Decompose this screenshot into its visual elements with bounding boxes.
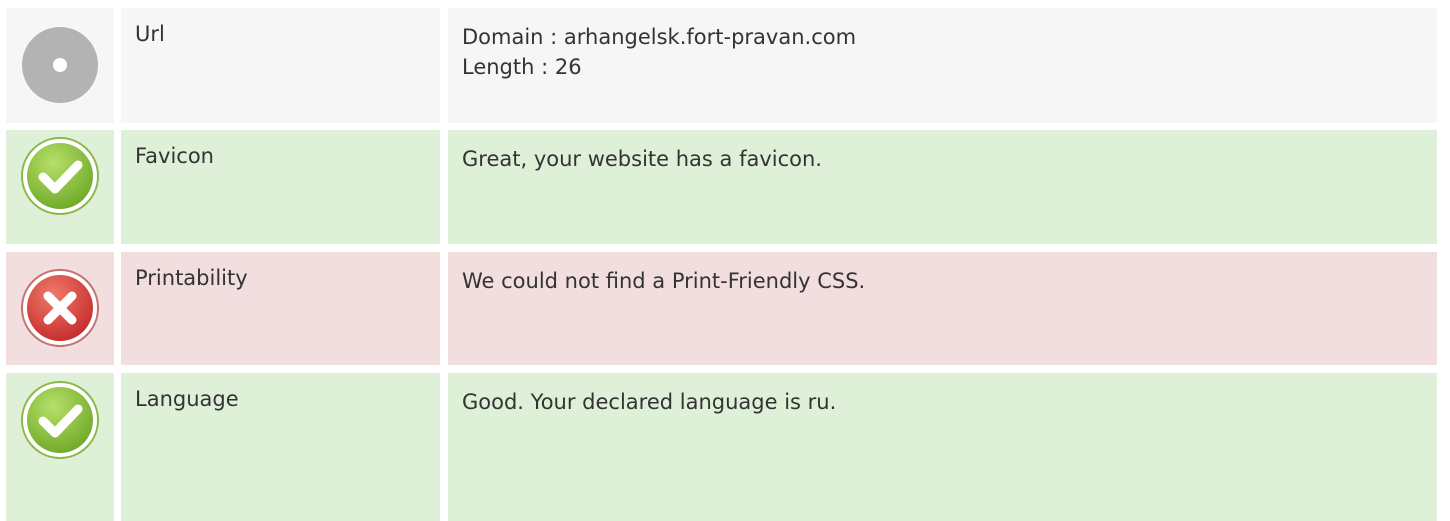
row-label: Favicon [121, 130, 440, 244]
row-label: Printability [121, 252, 440, 365]
status-cell [6, 8, 114, 123]
report-row-language: Language Good. Your declared language is… [0, 373, 1450, 521]
cross-icon [21, 269, 99, 347]
seo-report: Url Domain : arhangelsk.fort-pravan.com … [0, 0, 1450, 521]
neutral-circle-icon [22, 27, 98, 103]
check-icon [21, 137, 99, 215]
report-row-url: Url Domain : arhangelsk.fort-pravan.com … [0, 8, 1450, 123]
printability-message: We could not find a Print-Friendly CSS. [462, 269, 866, 293]
favicon-message: Great, your website has a favicon. [462, 147, 822, 171]
row-value: We could not find a Print-Friendly CSS. [448, 252, 1437, 365]
check-icon [21, 381, 99, 459]
language-message: Good. Your declared language is ru. [462, 390, 837, 414]
row-value: Good. Your declared language is ru. [448, 373, 1437, 521]
status-cell [6, 130, 114, 244]
row-value: Domain : arhangelsk.fort-pravan.com Leng… [448, 8, 1437, 123]
domain-text: Domain : arhangelsk.fort-pravan.com [462, 25, 857, 49]
row-label: Url [121, 8, 440, 123]
status-cell [6, 252, 114, 365]
report-row-printability: Printability We could not find a Print-F… [0, 252, 1450, 365]
row-value: Great, your website has a favicon. [448, 130, 1437, 244]
status-cell [6, 373, 114, 521]
length-text: Length : 26 [462, 55, 582, 79]
report-row-favicon: Favicon Great, your website has a favico… [0, 130, 1450, 244]
row-label: Language [121, 373, 440, 521]
